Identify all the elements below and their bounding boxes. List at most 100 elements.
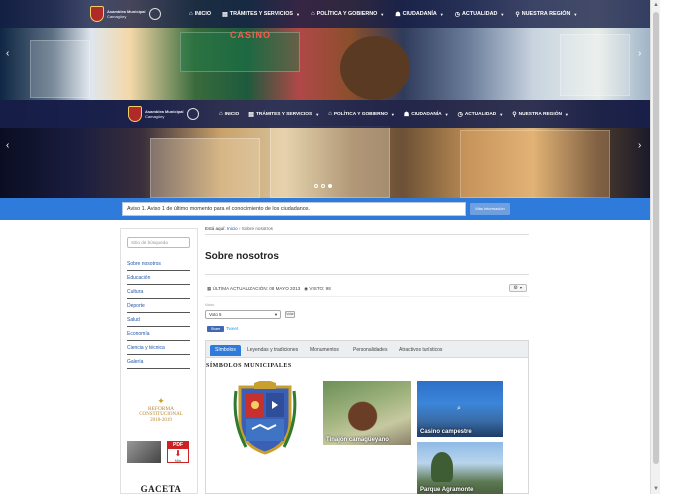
users-icon: ☗ xyxy=(403,111,410,118)
vote-select[interactable]: Voto 5 ▼ xyxy=(205,310,281,319)
municipal-coat-of-arms xyxy=(233,381,297,455)
sidebar-item-cultura[interactable]: Cultura xyxy=(127,285,190,299)
vertical-scrollbar[interactable]: ▲ ▼ xyxy=(650,0,660,494)
slider-dot-active[interactable] xyxy=(328,184,332,188)
hand-book-image xyxy=(127,441,161,463)
menu-item-tramites[interactable]: ▤ Trámites y servicios ▼ xyxy=(248,111,319,118)
tab-monumentos[interactable]: Monumentos xyxy=(310,345,339,356)
tab-leyendas[interactable]: Leyendas y tradiciones xyxy=(247,345,298,356)
zoom-icon: ⌕ xyxy=(457,405,461,412)
main-navbar: Asamblea Municipal Camagüey ⌂ Inicio ▤ Trá… xyxy=(0,0,650,28)
slider-prev-arrow[interactable]: ‹ xyxy=(6,140,9,151)
menu-item-label: Ciudadanía xyxy=(411,111,442,117)
menu-item-actualidad[interactable]: ◷ Actualidad ▼ xyxy=(455,11,505,18)
slider-dots xyxy=(314,184,335,188)
tweet-button[interactable]: Tweet xyxy=(226,326,238,331)
sidebar-item-economia[interactable]: Economía xyxy=(127,327,190,341)
slider-prev-arrow[interactable]: ‹ xyxy=(6,48,9,59)
menu-item-inicio[interactable]: ⌂ Inicio xyxy=(219,111,239,118)
menu-item-label: Ciudadanía xyxy=(402,11,437,17)
slider-next-arrow[interactable]: › xyxy=(638,48,641,59)
scrollbar-thumb[interactable] xyxy=(653,12,659,464)
tab-atractivos[interactable]: Atractivos turísticos xyxy=(399,345,442,356)
menu-item-label: Política y gobierno xyxy=(333,111,388,117)
photo-parque-agramonte[interactable]: Parque Agramonte xyxy=(417,442,503,494)
vote-button[interactable]: Votar xyxy=(285,311,295,318)
browser-viewport: CASINO Asamblea Municipal Camagüey ⌂ Inic… xyxy=(0,0,650,494)
gaceta-banner[interactable]: GACETA xyxy=(131,484,191,494)
slider-dot[interactable] xyxy=(314,184,318,188)
menu-item-ciudadania[interactable]: ☗ Ciudadanía ▼ xyxy=(404,111,449,118)
article-meta: ▦ Última actualización: 08 mayo 2013 ◉ V… xyxy=(207,286,331,292)
seal-icon xyxy=(187,108,199,120)
bank-icon: ⌂ xyxy=(328,111,332,117)
menu-item-label: Nuestra región xyxy=(518,111,562,117)
hero-tinajon xyxy=(340,36,410,100)
menu-item-region[interactable]: ⚲ Nuestra región ▼ xyxy=(512,111,569,118)
site-logo[interactable]: Asamblea Municipal Camagüey xyxy=(128,106,199,122)
coat-of-arms-icon xyxy=(90,6,104,22)
map-pin-icon: ⚲ xyxy=(515,11,520,18)
chevron-down-icon: ▼ xyxy=(439,11,444,17)
chevron-down-icon: ▼ xyxy=(444,111,449,117)
menu-item-tramites[interactable]: ▤ Trámites y servicios ▼ xyxy=(222,11,300,18)
gear-icon: ⚙ xyxy=(513,285,518,291)
sidebar-item-galeria[interactable]: Galería xyxy=(127,355,190,369)
slider-dot[interactable] xyxy=(321,184,325,188)
site-logo[interactable]: Asamblea Municipal Camagüey xyxy=(90,6,161,22)
photo-caption: Casino campestre xyxy=(420,429,472,435)
pdf-size: Mbs xyxy=(174,459,182,463)
hero-casino-sign: CASINO xyxy=(230,30,272,40)
tab-simbolos[interactable]: Símbolos xyxy=(210,345,241,356)
logo-text: Asamblea Municipal Camagüey xyxy=(107,9,147,19)
menu-item-region[interactable]: ⚲ Nuestra región ▼ xyxy=(515,11,577,18)
section-heading: SÍMBOLOS MUNICIPALES xyxy=(206,363,292,369)
breadcrumb-separator: › xyxy=(238,226,241,231)
tab-personalidades[interactable]: Personalidades xyxy=(353,345,387,356)
menu-item-label: Inicio xyxy=(224,111,240,117)
facebook-share-button[interactable]: Share xyxy=(207,326,224,332)
chevron-down-icon: ▼ xyxy=(315,111,320,117)
divider xyxy=(205,296,529,297)
menu-item-actualidad[interactable]: ◷ Actualidad ▼ xyxy=(458,111,504,118)
menu-item-politica[interactable]: ⌂ Política y gobierno ▼ xyxy=(328,111,395,118)
pdf-icon: PDF ⬇ Mbs xyxy=(167,441,189,463)
sidebar-item-educacion[interactable]: Educación xyxy=(127,271,190,285)
sidebar-item-ciencia[interactable]: Ciencia y técnica xyxy=(127,341,190,355)
menu-item-label: Trámites y servicios xyxy=(229,11,293,17)
sidebar-nav: Sobre nosotros Educación Cultura Deporte… xyxy=(127,257,190,369)
chevron-down-icon: ▼ xyxy=(274,312,278,317)
breadcrumb-current: Sobre nosotros xyxy=(241,226,273,231)
pdf-label: PDF xyxy=(168,442,188,449)
menu-item-ciudadania[interactable]: ☗ Ciudadanía ▼ xyxy=(395,11,444,18)
slider-next-arrow[interactable]: › xyxy=(638,140,641,151)
sidebar: Sitio de búsqueda Sobre nosotros Educaci… xyxy=(120,228,198,494)
seal-icon xyxy=(149,8,161,20)
menu-item-label: Política y gobierno xyxy=(316,11,378,17)
photo-casino-campestre[interactable]: ⌕ Casino campestre xyxy=(417,381,503,437)
map-pin-icon: ⚲ xyxy=(512,111,517,118)
photo-tinajon[interactable]: Tinajón camagüeyano xyxy=(323,381,411,445)
home-icon: ⌂ xyxy=(189,11,193,17)
breadcrumb-home-link[interactable]: Inicio xyxy=(227,226,238,231)
more-info-button[interactable]: Más información xyxy=(470,203,510,215)
star-icon: ✦ xyxy=(157,396,165,406)
chevron-down-icon: ▼ xyxy=(390,111,395,117)
logo-text: Asamblea Municipal Camagüey xyxy=(145,109,185,119)
menu-item-inicio[interactable]: ⌂ Inicio xyxy=(189,11,211,18)
sidebar-item-deporte[interactable]: Deporte xyxy=(127,299,190,313)
photo-caption: Parque Agramonte xyxy=(420,487,474,493)
sidebar-item-sobre-nosotros[interactable]: Sobre nosotros xyxy=(127,257,190,271)
window-margin xyxy=(660,0,700,494)
reforma-constitucional-banner[interactable]: ✦ Reforma Constitucional 2018-2019 xyxy=(135,397,187,424)
pdf-download-banner[interactable]: PDF ⬇ Mbs xyxy=(127,441,189,463)
clock-icon: ◷ xyxy=(457,111,463,118)
menu-item-label: Actualidad xyxy=(462,11,498,17)
logo-line2: Camagüey xyxy=(107,14,127,19)
alert-bar: Aviso 1. Aviso 1 de último momento para … xyxy=(0,198,650,220)
vote-select-value: Voto 5 xyxy=(209,312,222,317)
menu-item-politica[interactable]: ⌂ Política y gobierno ▼ xyxy=(311,11,384,18)
sidebar-search-input[interactable]: Sitio de búsqueda xyxy=(127,237,190,248)
sidebar-item-salud[interactable]: Salud xyxy=(127,313,190,327)
article-tools-button[interactable]: ⚙ ▼ xyxy=(509,284,527,292)
